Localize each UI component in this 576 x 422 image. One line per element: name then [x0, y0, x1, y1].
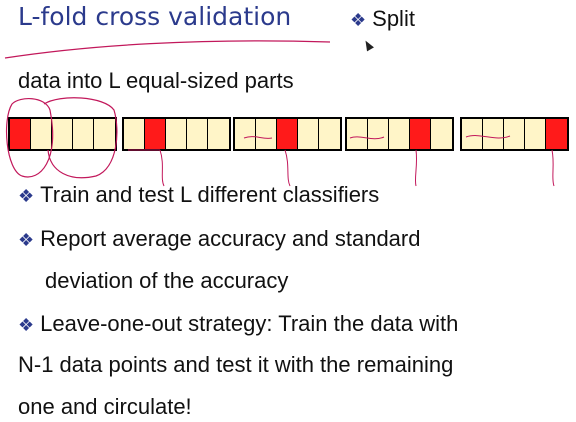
train-partition [52, 119, 73, 149]
bullet-2-cont: deviation of the accuracy [45, 268, 289, 293]
train-partition [525, 119, 546, 149]
train-partition [347, 119, 368, 149]
bullet-1: ❖ Train and test L different classifiers [18, 182, 379, 208]
data-line: data into L equal-sized parts [18, 68, 294, 93]
train-partition [256, 119, 277, 149]
title-tail: ❖ Split [350, 6, 415, 32]
bullet-3-cont-2: one and circulate! [18, 394, 192, 419]
train-partition [431, 119, 452, 149]
fold-group-3 [233, 117, 342, 151]
mouse-cursor-icon [362, 38, 374, 52]
test-partition [546, 119, 567, 149]
test-partition [277, 119, 298, 149]
train-partition [31, 119, 52, 149]
train-partition [235, 119, 256, 149]
bullet-2-text: Report average accuracy and standard [40, 226, 421, 251]
train-partition [483, 119, 504, 149]
bullet-3-text: Leave-one-out strategy: Train the data w… [40, 311, 459, 336]
test-partition [10, 119, 31, 149]
train-partition [504, 119, 525, 149]
slide: L-fold cross validation ❖ Split data into… [0, 0, 576, 422]
bullet-icon: ❖ [18, 315, 35, 335]
bullet-3: ❖ Leave-one-out strategy: Train the data … [18, 311, 458, 337]
fold-group-1 [8, 117, 117, 151]
bullet-3-cont-1: N-1 data points and test it with the rem… [18, 352, 454, 377]
train-partition [94, 119, 115, 149]
train-partition [319, 119, 340, 149]
fold-group-4 [345, 117, 454, 151]
bullet-icon: ❖ [350, 10, 367, 30]
test-partition [410, 119, 431, 149]
train-partition [389, 119, 410, 149]
train-partition [124, 119, 145, 149]
train-partition [208, 119, 229, 149]
bullet-1-text: Train and test L different classifiers [40, 182, 380, 207]
train-partition [73, 119, 94, 149]
slide-title: L-fold cross validation [18, 2, 292, 31]
train-partition [368, 119, 389, 149]
train-partition [187, 119, 208, 149]
bullet-2: ❖ Report average accuracy and standard [18, 226, 420, 252]
bullet-icon: ❖ [18, 186, 35, 206]
bullet-icon: ❖ [18, 230, 35, 250]
fold-group-2 [122, 117, 231, 151]
test-partition [145, 119, 166, 149]
fold-group-5 [460, 117, 569, 151]
train-partition [462, 119, 483, 149]
train-partition [298, 119, 319, 149]
split-label: Split [372, 6, 415, 31]
train-partition [166, 119, 187, 149]
